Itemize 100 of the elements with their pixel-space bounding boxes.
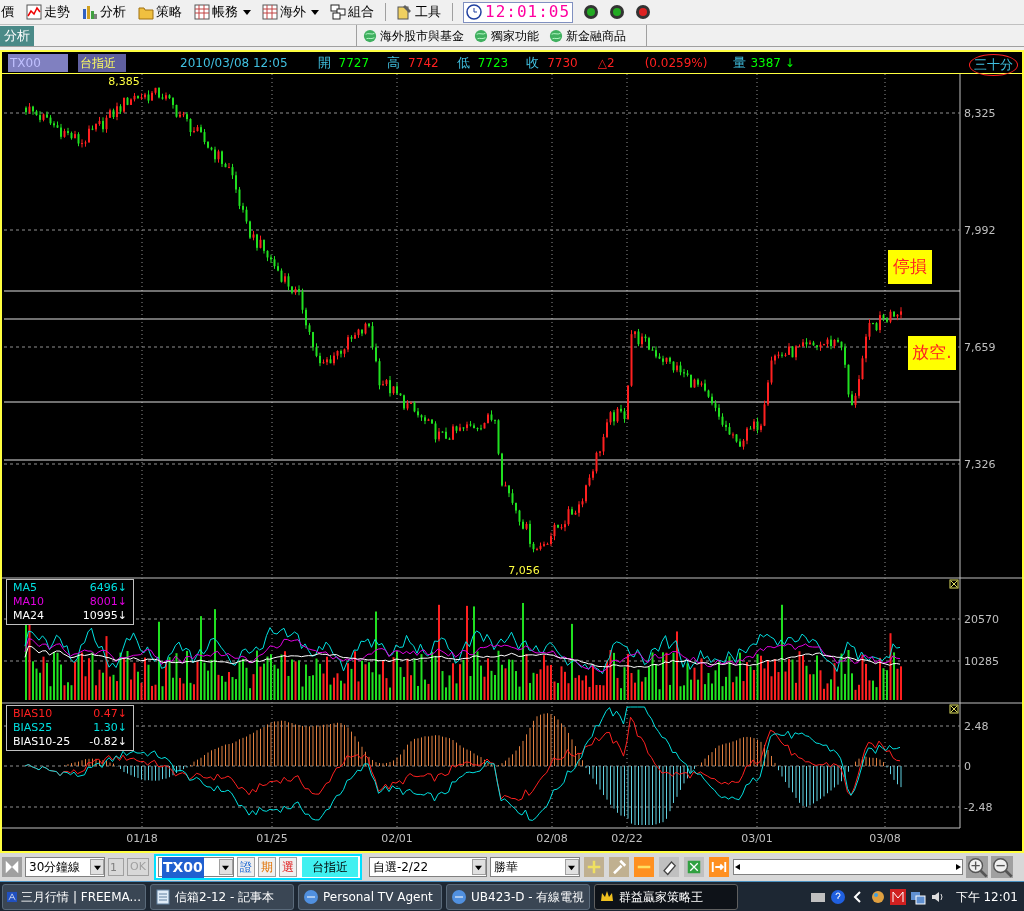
toolbar-button[interactable]: 分析: [81, 1, 127, 23]
watchlist-select[interactable]: 自選-2/22: [368, 857, 487, 877]
volume-label: 量: [733, 53, 747, 72]
axis-label: 01/18: [126, 832, 158, 845]
indicator-name: BIAS10-25: [13, 735, 71, 749]
axis-label: 7,326: [964, 458, 996, 471]
market-button[interactable]: 證: [236, 857, 255, 877]
toolbar-button[interactable]: 價: [0, 1, 15, 23]
field-label: 開: [317, 53, 331, 72]
field-label: 收: [526, 53, 540, 72]
taskbar-button[interactable]: 群益贏家策略王: [594, 883, 738, 910]
taskbar-button[interactable]: UB423-D - 有線電視: [446, 883, 590, 910]
field-value: 7730: [547, 54, 578, 72]
notepad-icon: [155, 888, 171, 905]
caret-icon: [568, 863, 576, 871]
volume-value: 3387 ↓: [750, 54, 795, 72]
analysis-tab[interactable]: 分析: [0, 25, 34, 46]
indicator-value: 8001↓: [89, 595, 127, 609]
low-price-label: 7,056: [508, 564, 540, 577]
axis-label: 0: [964, 760, 971, 773]
app-icon: [303, 888, 319, 905]
clock-time: 12:01:05: [485, 1, 571, 23]
annotation-label: 放空.: [908, 336, 956, 370]
toolbar-button[interactable]: 策略: [137, 1, 183, 23]
indicator-value: 6496↓: [89, 581, 127, 595]
axis-label: 02/01: [381, 832, 413, 845]
indicator-name: BIAS10: [13, 707, 53, 721]
help-icon: [829, 888, 846, 905]
contract-label: 台指近: [78, 53, 126, 72]
taskbar-clock: 下午 12:01: [955, 888, 1018, 906]
link-button[interactable]: 獨家功能: [474, 26, 539, 45]
indicator-value: -0.82↓: [89, 735, 127, 749]
indicator-value: 0.47↓: [93, 707, 127, 721]
eraser-icon[interactable]: [658, 857, 679, 877]
contract-button[interactable]: 台指近: [301, 857, 358, 877]
link-button[interactable]: 海外股市與基金: [363, 26, 464, 45]
grid-icon: [262, 4, 278, 20]
globe-icon: [549, 28, 563, 43]
toolbar-button[interactable]: 海外: [261, 1, 307, 23]
axis-label: 03/01: [741, 832, 773, 845]
axis-label: 7,992: [964, 224, 996, 237]
indicator-name: MA10: [13, 595, 44, 609]
toolbar-button[interactable]: 走勢: [25, 1, 71, 23]
axis-label: 02/08: [536, 832, 568, 845]
axis-label: 01/25: [256, 832, 288, 845]
globe-icon: [474, 28, 488, 43]
axis-label: 20570: [964, 613, 999, 626]
close-icon[interactable]: [949, 579, 959, 589]
axis-label: 8,325: [964, 107, 996, 120]
field-value: 7727: [338, 54, 370, 72]
toolbar-button[interactable]: 組合: [329, 1, 375, 23]
annotation-label: 停損: [888, 250, 932, 284]
change-value: △2: [597, 54, 615, 72]
collapse-icon: [2, 857, 22, 877]
zoom-out-icon[interactable]: [990, 856, 1013, 878]
toolbar-button[interactable]: 帳務: [193, 1, 239, 23]
axis-label: -2.48: [964, 801, 993, 814]
axis-label: 02/22: [611, 832, 643, 845]
toolbar-button[interactable]: 工具: [396, 1, 442, 23]
indicator-name: BIAS25: [13, 721, 53, 735]
clock-icon: [466, 4, 482, 20]
app-icon: [451, 888, 467, 905]
link-button[interactable]: 新金融商品: [549, 26, 626, 45]
axis-label: 2.48: [964, 720, 989, 733]
right-arrow-icon[interactable]: [953, 863, 962, 871]
globe-icon: [363, 28, 377, 43]
stock-select[interactable]: 勝華: [489, 857, 580, 877]
indicator-value: 1.30↓: [93, 721, 127, 735]
caret-icon: [222, 863, 230, 871]
folder-icon: [138, 4, 154, 20]
axis-label: 03/08: [869, 832, 901, 845]
symbol-label: TX00: [8, 53, 68, 72]
bar-chart-icon: [82, 4, 98, 20]
high-price-label: 8,385: [108, 75, 140, 88]
field-label: 高: [387, 53, 401, 72]
horizontal-scrollbar[interactable]: [732, 859, 963, 875]
caret-icon[interactable]: [243, 8, 251, 16]
indicator-name: MA5: [13, 581, 37, 595]
zoom-in-icon[interactable]: [965, 856, 988, 878]
market-button[interactable]: 選: [278, 857, 297, 877]
change-percent: (0.0259%): [644, 54, 708, 72]
field-value: 7742: [408, 54, 439, 72]
axis-label: 7,659: [964, 341, 996, 354]
taskbar-button[interactable]: 三月行情 | FREEMA...: [2, 883, 146, 910]
field-label: 低: [456, 53, 470, 72]
symbol-combo[interactable]: TX00: [157, 857, 234, 877]
tools-icon: [397, 4, 413, 20]
axis-label: 10285: [964, 655, 999, 668]
indicator-value: 10995↓: [82, 609, 127, 623]
caret-icon[interactable]: [311, 8, 319, 16]
taskbar-button[interactable]: 信箱2-12 - 記事本: [150, 883, 294, 910]
field-value: 7723: [477, 54, 509, 72]
left-arrow-icon[interactable]: [733, 863, 742, 871]
period-select[interactable]: 30分鐘線: [25, 857, 105, 877]
caret-icon: [93, 863, 101, 871]
line-chart-icon: [26, 4, 42, 20]
taskbar-button[interactable]: Personal TV Agent: [298, 883, 442, 910]
close-icon[interactable]: [949, 704, 959, 714]
windows-icon: [330, 4, 346, 20]
caret-icon: [475, 863, 483, 871]
